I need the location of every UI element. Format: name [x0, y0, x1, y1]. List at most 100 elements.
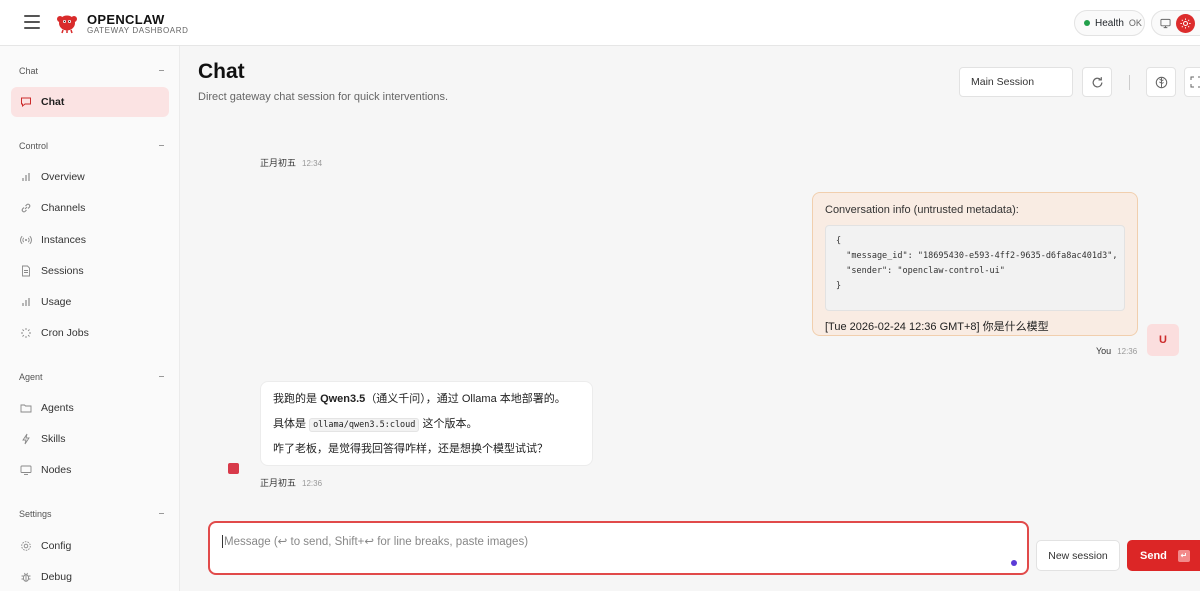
sidebar-item-label: Chat [41, 96, 65, 108]
sidebar-item-label: Skills [41, 433, 66, 445]
message-time: 12:34 [302, 159, 323, 168]
health-label: Health [1095, 17, 1124, 29]
user-message-meta: You 12:36 [1096, 346, 1137, 356]
sidebar-item-skills[interactable]: Skills [11, 424, 169, 454]
health-indicator[interactable]: Health OK [1074, 10, 1145, 36]
assistant-line-3: 咋了老板，是觉得我回答得咋样，还是想换个模型试试？ [273, 443, 548, 455]
status-dot-icon [1011, 560, 1017, 566]
assistant-line-1: 我跑的是 Qwen3.5（通义千问），通过 Ollama 本地部署的。 [273, 392, 580, 417]
text-segment: （通义千问），通过 Ollama 本地部署的。 [365, 393, 566, 405]
collapse-icon[interactable] [159, 145, 164, 146]
section-label: Control [19, 141, 49, 151]
code-block: { "message_id": "18695430-e593-4ff2-9635… [825, 225, 1125, 311]
sidebar-item-label: Nodes [41, 464, 72, 476]
folder-icon [20, 402, 32, 414]
sun-icon[interactable] [1176, 14, 1195, 33]
message-sender: 正月初五 [260, 158, 297, 168]
sidebar-item-sessions[interactable]: Sessions [11, 256, 169, 286]
sidebar-item-label: Sessions [41, 265, 84, 277]
menu-icon[interactable] [24, 15, 40, 29]
sidebar-item-label: Channels [41, 202, 86, 214]
sidebar-section-chat[interactable]: Chat [19, 66, 164, 76]
loader-icon [20, 327, 32, 339]
chat-icon [20, 96, 32, 108]
health-status: OK [1128, 18, 1142, 28]
collapse-icon[interactable] [159, 376, 164, 377]
section-label: Settings [19, 509, 52, 519]
thinking-toggle-button[interactable] [1146, 67, 1176, 97]
message-input[interactable]: Message (↩ to send, Shift+↩ for line bre… [208, 521, 1029, 575]
new-session-button[interactable]: New session [1036, 540, 1120, 571]
bar-chart-icon [20, 296, 32, 308]
bar-chart-icon [20, 171, 32, 183]
sidebar-item-config[interactable]: Config [11, 531, 169, 561]
user-question: [Tue 2026-02-24 12:36 GMT+8] 你是什么模型 [825, 321, 1049, 333]
text-segment: 具体是 [273, 418, 310, 430]
monitor-icon[interactable] [1160, 18, 1171, 29]
section-label: Agent [19, 372, 43, 382]
collapse-icon[interactable] [159, 513, 164, 514]
bug-icon [20, 571, 32, 583]
sidebar-item-usage[interactable]: Usage [11, 287, 169, 317]
text-caret [222, 535, 223, 549]
text-segment: 我跑的是 [273, 393, 321, 405]
sidebar-item-chat[interactable]: Chat [11, 87, 169, 117]
message-sender: 正月初五 [260, 478, 297, 488]
theme-toggle-group [1151, 10, 1200, 36]
sidebar-item-nodes[interactable]: Nodes [11, 455, 169, 485]
monitor-icon [20, 464, 32, 476]
bolt-icon [20, 433, 32, 445]
message-time: 12:36 [1117, 347, 1138, 356]
message-sender: You [1096, 346, 1112, 356]
user-avatar: U [1147, 324, 1179, 356]
sidebar-item-label: Debug [41, 571, 72, 583]
sidebar-item-cron-jobs[interactable]: Cron Jobs [11, 318, 169, 348]
page-subtitle: Direct gateway chat session for quick in… [198, 91, 449, 103]
session-select[interactable]: Main Session [959, 67, 1073, 97]
sidebar-item-overview[interactable]: Overview [11, 162, 169, 192]
divider [1129, 75, 1130, 90]
text-segment: 这个版本。 [419, 418, 478, 430]
refresh-icon [1092, 76, 1102, 87]
sidebar-item-label: Cron Jobs [41, 327, 89, 339]
collapse-icon[interactable] [159, 70, 164, 71]
assistant-avatar [228, 463, 239, 474]
sidebar-item-agents[interactable]: Agents [11, 393, 169, 423]
sidebar-item-instances[interactable]: Instances [11, 225, 169, 255]
enter-key-icon: ↵ [1177, 549, 1190, 562]
sidebar-item-label: Instances [41, 234, 86, 246]
status-dot-icon [1084, 20, 1090, 26]
sidebar-item-label: Config [41, 540, 72, 552]
refresh-button[interactable] [1082, 67, 1112, 97]
sidebar-section-settings[interactable]: Settings [19, 509, 164, 519]
assistant-line-2: 具体是 ollama/qwen3.5:cloud 这个版本。 [273, 417, 580, 442]
radio-icon [20, 234, 32, 246]
inline-code: ollama/qwen3.5:cloud [309, 418, 420, 432]
sidebar-section-control[interactable]: Control [19, 141, 164, 151]
link-icon [20, 202, 32, 214]
message-placeholder: Message (↩ to send, Shift+↩ for line bre… [224, 536, 529, 548]
send-label: Send [1140, 549, 1167, 562]
page-title: Chat [198, 60, 245, 83]
section-label: Chat [19, 66, 39, 76]
assistant-message-bubble: 我跑的是 Qwen3.5（通义千问），通过 Ollama 本地部署的。 具体是 … [260, 381, 593, 466]
focus-mode-button[interactable] [1184, 67, 1200, 97]
sidebar-item-channels[interactable]: Channels [11, 193, 169, 223]
expand-icon [1190, 76, 1200, 88]
sidebar-item-label: Agents [41, 402, 74, 414]
model-name: Qwen3.5 [320, 393, 366, 405]
user-message-bubble: Conversation info (untrusted metadata): … [812, 192, 1138, 336]
brand-title: OPENCLAW [87, 12, 165, 27]
sidebar-item-debug[interactable]: Debug [11, 562, 169, 591]
send-button[interactable]: Send ↵ [1127, 540, 1200, 571]
sidebar-section-agent[interactable]: Agent [19, 372, 164, 382]
metadata-title: Conversation info (untrusted metadata): [825, 204, 1019, 216]
top-bar: OPENCLAW GATEWAY DASHBOARD Health OK [0, 0, 1200, 46]
sidebar-item-label: Usage [41, 296, 72, 308]
sidebar-item-label: Overview [41, 171, 85, 183]
sidebar: Chat Chat Control Overview Channels Inst… [0, 46, 180, 591]
document-icon [20, 265, 32, 277]
openclaw-logo [57, 15, 77, 34]
message-meta: 正月初五 12:34 [260, 156, 322, 169]
brand-subtitle: GATEWAY DASHBOARD [87, 26, 189, 35]
